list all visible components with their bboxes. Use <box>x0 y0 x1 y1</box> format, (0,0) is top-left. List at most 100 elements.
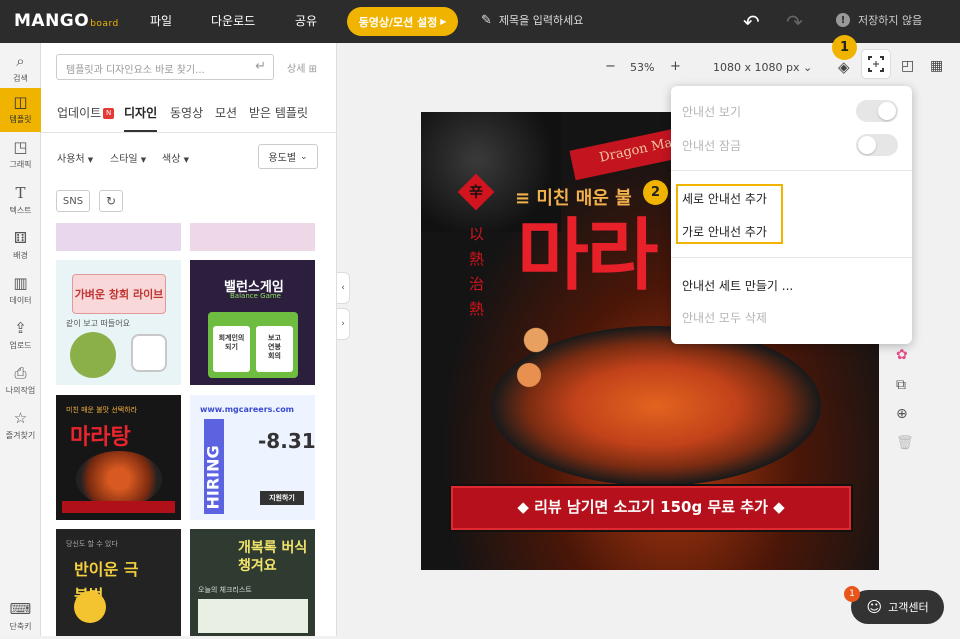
nav-label: 텍스트 <box>9 206 32 215</box>
undo-icon[interactable]: ↶ <box>743 10 760 34</box>
template-thumbnail[interactable]: 가벼운 창회 라이브 같이 보고 떠들어요 <box>56 260 181 385</box>
choice-text: 되기 <box>225 343 238 351</box>
caret-down-icon: ▼ <box>140 156 147 164</box>
filter-style[interactable]: 스타일 ▼ <box>110 150 146 165</box>
nav-text[interactable]: T 텍스트 <box>0 179 41 223</box>
sns-chip[interactable]: SNS <box>56 190 90 212</box>
customer-center-button[interactable]: ☺ 고객센터 <box>851 590 944 624</box>
character-figure <box>70 332 116 378</box>
tab-received[interactable]: 받은 템플릿 <box>249 104 308 121</box>
data-icon: ▥ <box>13 274 28 292</box>
nav-label: 단축키 <box>9 622 32 631</box>
nav-label: 나의작업 <box>5 386 36 395</box>
show-guides-toggle[interactable] <box>856 100 898 122</box>
bottom-bar <box>62 501 175 513</box>
title-input[interactable]: ✎ 제목을 입력하세요 <box>481 12 583 28</box>
canvas-size-select[interactable]: 1080 x 1080 px ⌄ <box>713 61 812 74</box>
reset-icon[interactable]: ↻ <box>99 190 123 212</box>
nav-favorites[interactable]: ☆ 즐겨찾기 <box>0 404 41 448</box>
nav-data[interactable]: ▥ 데이터 <box>0 269 41 313</box>
redo-icon[interactable]: ↷ <box>786 10 803 34</box>
trash-icon[interactable]: 🗑 <box>896 435 914 451</box>
zoom-in-button[interactable]: + <box>670 59 681 74</box>
expand-panel-button[interactable]: › <box>336 308 350 340</box>
choice-b: 보고 연봉 회의 <box>256 326 293 372</box>
toilet-figure <box>131 334 167 372</box>
nav-search[interactable]: ⌕ 검색 <box>0 47 41 91</box>
menu-file[interactable]: 파일 <box>150 12 172 29</box>
collapse-panel-button[interactable]: ‹ <box>336 272 350 304</box>
tab-label: 업데이트 <box>57 106 102 120</box>
vertical-char: 熱 <box>469 300 485 318</box>
toggle-knob <box>858 136 876 154</box>
lock-guides-toggle[interactable] <box>856 134 898 156</box>
add-page-icon[interactable]: ⊕ <box>896 406 908 422</box>
layers-icon[interactable]: ◈ <box>838 58 850 76</box>
lock-guides-option[interactable]: 안내선 잠금 <box>682 137 741 154</box>
template-thumbnail[interactable]: www.mgcareers.com HIRING -8.31 지원하기 <box>190 395 315 520</box>
thumbnail-subtitle: 미친 매운 불맛 선택하라 <box>66 406 138 414</box>
grid-view-icon[interactable]: ▦ <box>930 58 943 74</box>
thumbnail-date: -8.31 <box>258 429 315 453</box>
enter-icon[interactable]: ↵ <box>255 59 266 74</box>
checklist <box>198 599 308 633</box>
template-search-input[interactable]: 템플릿과 디자인요소 바로 찾기... ↵ <box>56 54 274 80</box>
motion-settings-button[interactable]: 동영상/모션 설정 ▶ <box>347 7 458 36</box>
menu-share[interactable]: 공유 <box>295 12 317 29</box>
template-thumbnail-partial[interactable] <box>190 223 315 251</box>
detail-label: 상세 <box>287 64 306 75</box>
caret-down-icon: ▼ <box>183 156 189 164</box>
zoom-out-button[interactable]: − <box>605 59 616 74</box>
template-thumbnail[interactable]: 개복록 버식 챙겨요 오늘의 체크리스트 <box>190 529 315 636</box>
template-thumbnail[interactable]: 미친 매운 불맛 선택하라 마라탕 <box>56 395 181 520</box>
tab-motion[interactable]: 모션 <box>215 104 237 121</box>
thumbnail-subtitle: 오늘의 체크리스트 <box>198 586 252 594</box>
nav-upload[interactable]: ⇪ 업로드 <box>0 314 41 358</box>
delete-all-guides-option[interactable]: 안내선 모두 삭제 <box>682 309 767 326</box>
step-badge-2: 2 <box>643 180 668 205</box>
new-badge: N <box>103 108 115 119</box>
bottom-banner-text: ◆ 리뷰 남기면 소고기 150g 무료 추가 ◆ <box>517 498 785 516</box>
nav-label: 템플릿 <box>9 115 32 124</box>
guide-lines-button[interactable] <box>862 50 890 78</box>
motion-settings-label: 동영상/모션 설정 <box>358 15 438 29</box>
save-status-text: 저장하지 않음 <box>858 14 923 27</box>
nav-graphic[interactable]: ◳ 그래픽 <box>0 133 41 177</box>
my-work-icon: ⎙ <box>14 364 27 382</box>
resize-icon[interactable]: ◰ <box>901 58 914 74</box>
zoom-level: 53% <box>630 61 655 74</box>
sort-select[interactable]: 용도별 ⌄ <box>258 144 318 169</box>
detail-button[interactable]: 상세 ⊞ <box>287 60 317 75</box>
template-icon: ◫ <box>13 93 28 111</box>
seal-text: 辛 <box>469 185 483 201</box>
filter-usage[interactable]: 사용처 ▼ <box>57 150 93 165</box>
nav-shortcuts[interactable]: ⌨ 단축키 <box>0 595 41 639</box>
logo[interactable]: MANGOboard <box>14 11 119 31</box>
template-thumbnail[interactable]: 당신도 할 수 있다 반이운 극복법 <box>56 529 181 636</box>
show-guides-option[interactable]: 안내선 보기 <box>682 103 741 120</box>
tab-design[interactable]: 디자인 <box>124 104 158 132</box>
skewers <box>501 310 571 410</box>
sort-label: 용도별 <box>268 153 297 164</box>
emoji-face <box>74 591 106 623</box>
plus-box-icon: ⊞ <box>308 64 317 75</box>
food-bowl <box>76 451 162 507</box>
info-icon: ! <box>836 13 850 27</box>
tab-update[interactable]: 업데이트 N <box>57 104 115 121</box>
duplicate-icon[interactable]: ⧉ <box>896 377 906 393</box>
game-screen: 회계인의 되기 보고 연봉 회의 <box>208 312 298 378</box>
logo-sub: board <box>90 19 119 29</box>
nav-background[interactable]: ⚅ 배경 <box>0 224 41 268</box>
chevron-down-icon: ⌄ <box>300 151 308 162</box>
canvas-subtitle: ≡ 미친 매운 불 <box>515 188 632 209</box>
make-guide-set-option[interactable]: 안내선 세트 만들기 ... <box>682 277 793 294</box>
template-thumbnail[interactable]: 밸런스게임 Balance Game 회계인의 되기 보고 연봉 회의 <box>190 260 315 385</box>
template-thumbnail-partial[interactable] <box>56 223 181 251</box>
color-palette-icon[interactable]: ✿ <box>896 347 908 363</box>
filter-color[interactable]: 색상 ▼ <box>162 150 189 165</box>
nav-template[interactable]: ◫ 템플릿 <box>0 88 41 132</box>
menu-download[interactable]: 다운로드 <box>211 12 255 29</box>
guide-lines-icon <box>868 56 884 72</box>
tab-video[interactable]: 동영상 <box>170 104 203 121</box>
nav-my-work[interactable]: ⎙ 나의작업 <box>0 359 41 403</box>
